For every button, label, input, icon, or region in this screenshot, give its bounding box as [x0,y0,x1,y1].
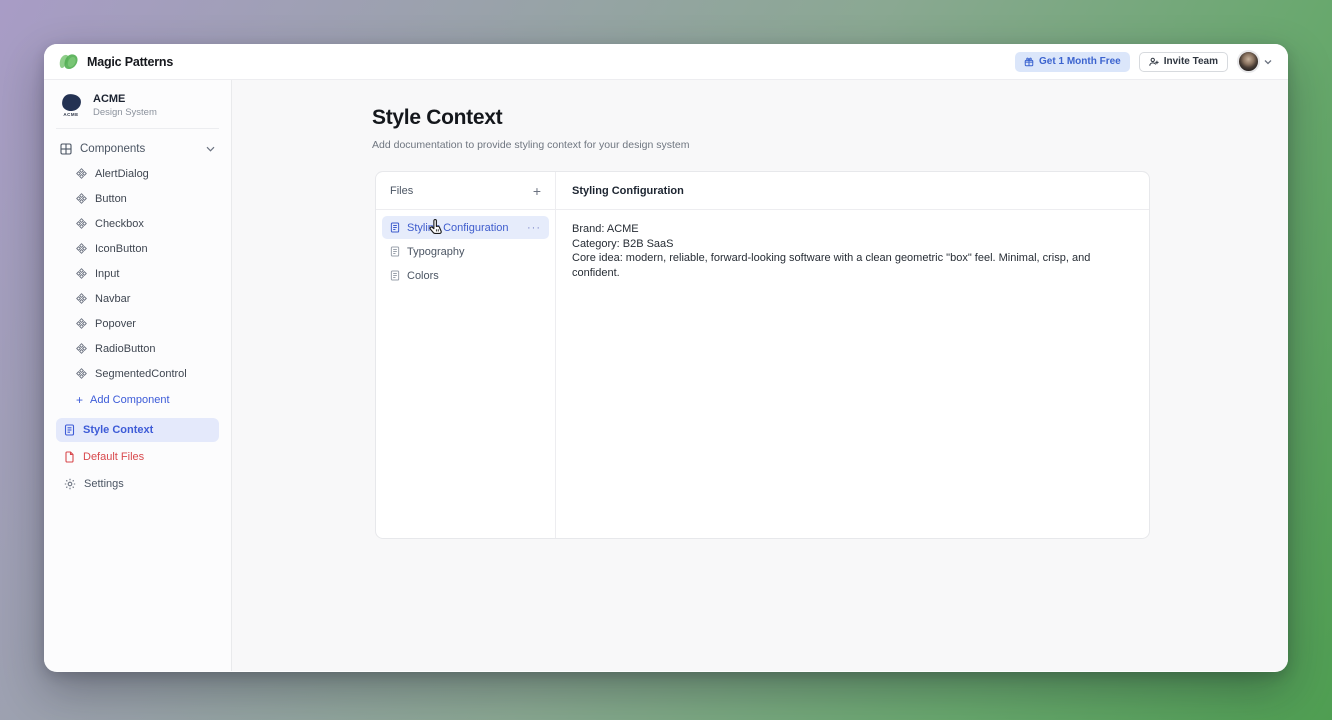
user-plus-icon [1149,57,1159,67]
component-icon [76,368,87,379]
acme-logo-text: ACME [58,112,84,117]
file-item-colors[interactable]: Colors [382,264,549,287]
files-column: Files + [376,172,556,538]
sidebar-item-iconbutton[interactable]: IconButton [74,236,219,261]
brand-name: Magic Patterns [87,55,173,69]
gift-icon [1024,57,1034,67]
topbar-actions: Get 1 Month Free Invite Team [1015,50,1272,73]
invite-team-label: Invite Team [1164,56,1218,67]
component-label: Navbar [95,293,130,305]
detail-header: Styling Configuration [556,172,1149,210]
settings-label: Settings [84,478,124,490]
add-component-button[interactable]: + Add Component [74,386,219,415]
component-label: AlertDialog [95,168,149,180]
page-subtitle: Add documentation to provide styling con… [372,139,1288,151]
page-title: Style Context [372,106,1288,130]
main-content: Style Context Add documentation to provi… [232,80,1288,671]
sidebar-item-button[interactable]: Button [74,186,219,211]
get-month-free-button[interactable]: Get 1 Month Free [1015,52,1130,72]
workspace-logo: ACME [58,94,84,117]
file-name: Colors [407,270,439,282]
chevron-down-icon [1264,59,1272,65]
chevron-down-icon [206,146,215,152]
components-label: Components [80,143,145,155]
grid-icon [60,143,72,155]
component-icon [76,168,87,179]
sidebar-item-input[interactable]: Input [74,261,219,286]
style-context-label: Style Context [83,424,153,436]
component-label: Popover [95,318,136,330]
brand-logo[interactable]: Magic Patterns [58,53,173,71]
sidebar-item-popover[interactable]: Popover [74,311,219,336]
component-label: Checkbox [95,218,144,230]
workspace-name: ACME [93,93,157,105]
default-files-label: Default Files [83,451,144,463]
file-menu-button[interactable]: ··· [527,222,541,234]
file-item-typography[interactable]: Typography [382,240,549,263]
components-list: AlertDialog Button Checkbox IconButton I… [74,161,219,386]
document-icon [390,246,400,257]
component-label: IconButton [95,243,148,255]
detail-column: Styling Configuration Brand: ACME Catego… [556,172,1149,538]
add-file-button[interactable]: + [533,184,541,198]
file-name: Typography [407,246,464,258]
topbar: Magic Patterns Get 1 Month Free [44,44,1288,80]
sidebar-section-components[interactable]: Components [56,137,219,161]
gear-icon [64,478,76,490]
sidebar-item-navbar[interactable]: Navbar [74,286,219,311]
get-month-free-label: Get 1 Month Free [1039,56,1121,67]
sidebar-item-default-files[interactable]: Default Files [56,445,219,469]
file-list: Styling Configuration ··· [376,210,555,293]
avatar [1237,50,1260,73]
plus-icon: + [76,395,83,405]
component-icon [76,268,87,279]
workspace-switcher[interactable]: ACME ACME Design System [56,89,219,126]
file-name: Styling Configuration [407,222,509,234]
detail-line-category: Category: B2B SaaS [572,237,1133,252]
sidebar-item-segmentedcontrol[interactable]: SegmentedControl [74,361,219,386]
workspace-subtitle: Design System [93,107,157,118]
component-icon [76,218,87,229]
file-item-styling-configuration[interactable]: Styling Configuration ··· [382,216,549,239]
component-icon [76,318,87,329]
file-icon [64,451,75,463]
component-label: SegmentedControl [95,368,187,380]
detail-body[interactable]: Brand: ACME Category: B2B SaaS Core idea… [556,210,1149,292]
document-icon [390,270,400,281]
sidebar-item-settings[interactable]: Settings [56,472,219,496]
component-label: RadioButton [95,343,156,355]
sidebar-item-radiobutton[interactable]: RadioButton [74,336,219,361]
component-icon [76,193,87,204]
sidebar-divider [56,128,219,129]
files-header-label: Files [390,185,413,197]
style-context-panel: Files + [375,171,1150,539]
sidebar: ACME ACME Design System Components [44,80,232,671]
component-icon [76,293,87,304]
magic-patterns-logo-icon [58,53,80,71]
component-label: Button [95,193,127,205]
document-icon [64,424,75,436]
desktop-background: { "app": { "brand": "Magic Patterns" }, … [0,0,1332,720]
sidebar-item-alertdialog[interactable]: AlertDialog [74,161,219,186]
detail-line-core-idea: Core idea: modern, reliable, forward-loo… [572,251,1133,280]
document-icon [390,222,400,233]
component-label: Input [95,268,119,280]
add-component-label: Add Component [90,394,170,406]
user-menu[interactable] [1237,50,1272,73]
sidebar-item-checkbox[interactable]: Checkbox [74,211,219,236]
app-window: Magic Patterns Get 1 Month Free [44,44,1288,672]
component-icon [76,343,87,354]
sidebar-item-style-context[interactable]: Style Context [56,418,219,442]
component-icon [76,243,87,254]
acme-logo-mark [60,93,81,112]
invite-team-button[interactable]: Invite Team [1139,52,1228,72]
detail-line-brand: Brand: ACME [572,222,1133,237]
